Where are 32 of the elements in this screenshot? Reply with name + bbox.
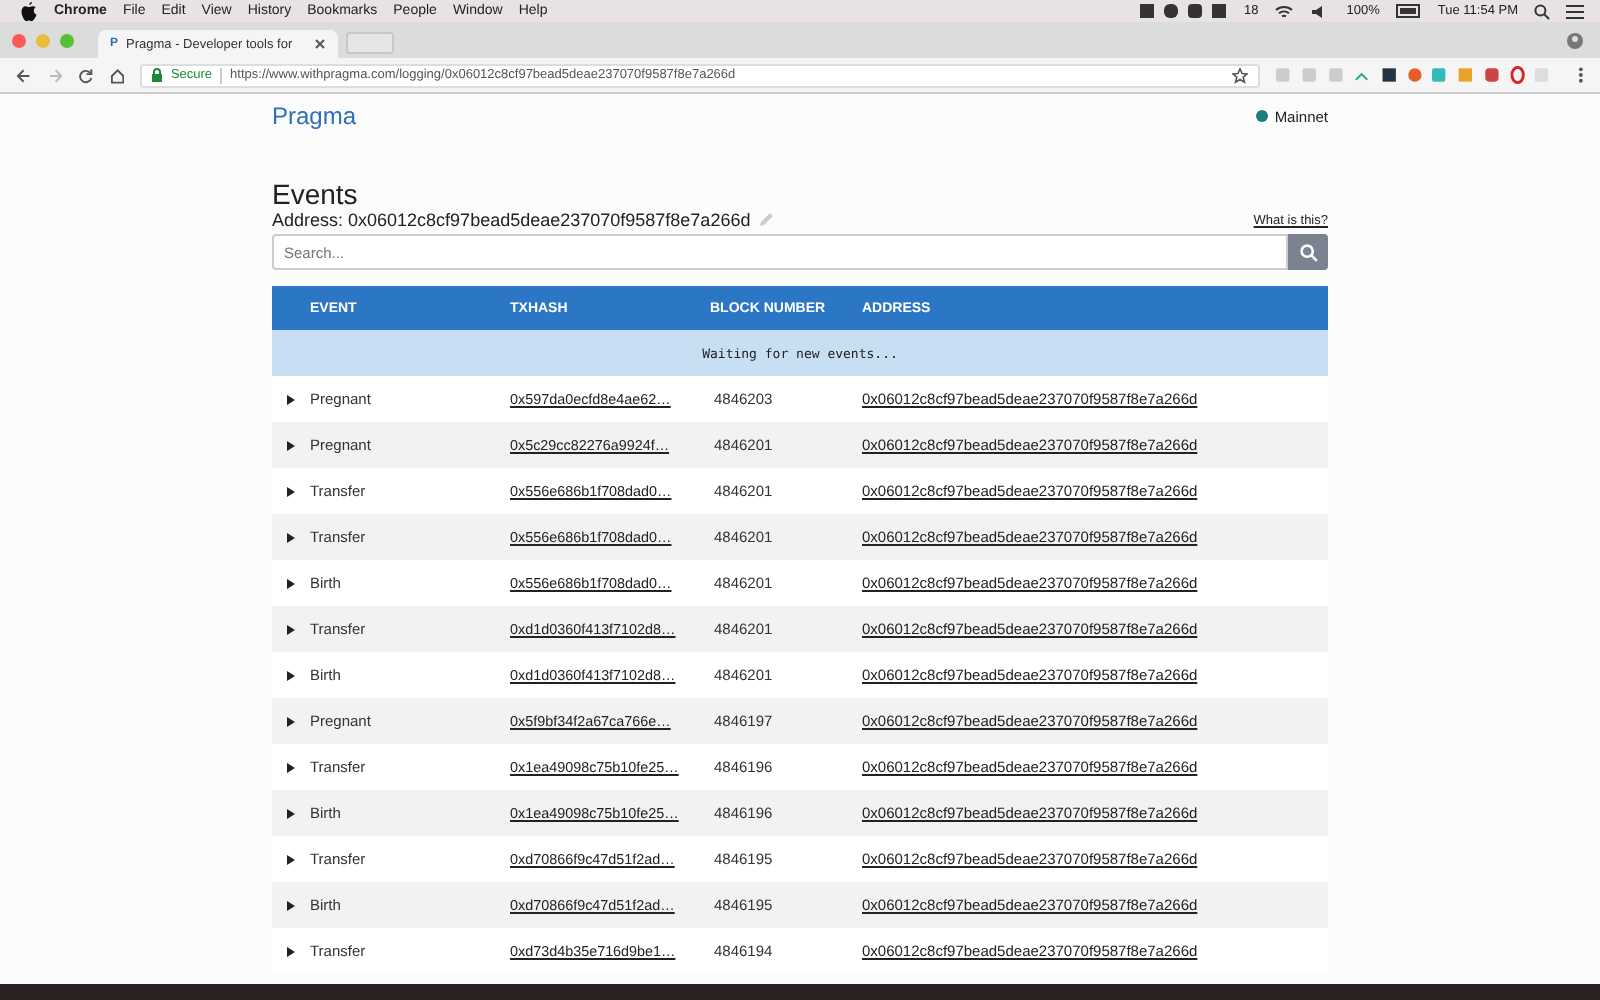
caret-icon[interactable] [286,623,296,635]
battery-icon[interactable] [1395,4,1422,18]
caret-icon[interactable] [286,439,296,451]
caret-icon[interactable] [286,669,296,681]
close-icon[interactable] [314,38,326,50]
caret-icon[interactable] [286,393,296,405]
reload-icon[interactable] [78,67,94,83]
caret-icon[interactable] [286,715,296,727]
star-icon[interactable] [1232,67,1249,83]
lock-icon [152,68,163,82]
more-menu-icon[interactable] [1578,66,1584,84]
caret-icon[interactable] [286,853,296,865]
caret-icon[interactable] [286,945,296,957]
address-heading: Address: 0x06012c8cf97bead5deae237070f9587f8e7a266d [272,210,751,230]
caret-icon[interactable] [286,485,296,497]
caret-icon[interactable] [286,899,296,911]
search-button[interactable] [1288,234,1328,270]
caret-icon[interactable] [286,577,296,589]
logo[interactable]: Pragma [272,102,357,130]
caret-icon[interactable] [286,761,296,773]
caret-icon[interactable] [286,807,296,819]
profile-icon[interactable] [1566,31,1584,49]
apple-icon[interactable] [20,1,38,21]
page-title: Events [272,178,360,210]
wifi-icon[interactable] [1274,3,1295,19]
caret-icon[interactable] [286,531,296,543]
home-icon[interactable] [109,67,125,83]
search-icon[interactable] [1534,3,1550,19]
search-icon [1299,243,1317,261]
status-icons-drawing[interactable] [1140,2,1229,20]
back-arrow-icon[interactable] [16,67,32,83]
list-icon[interactable] [1566,3,1584,19]
